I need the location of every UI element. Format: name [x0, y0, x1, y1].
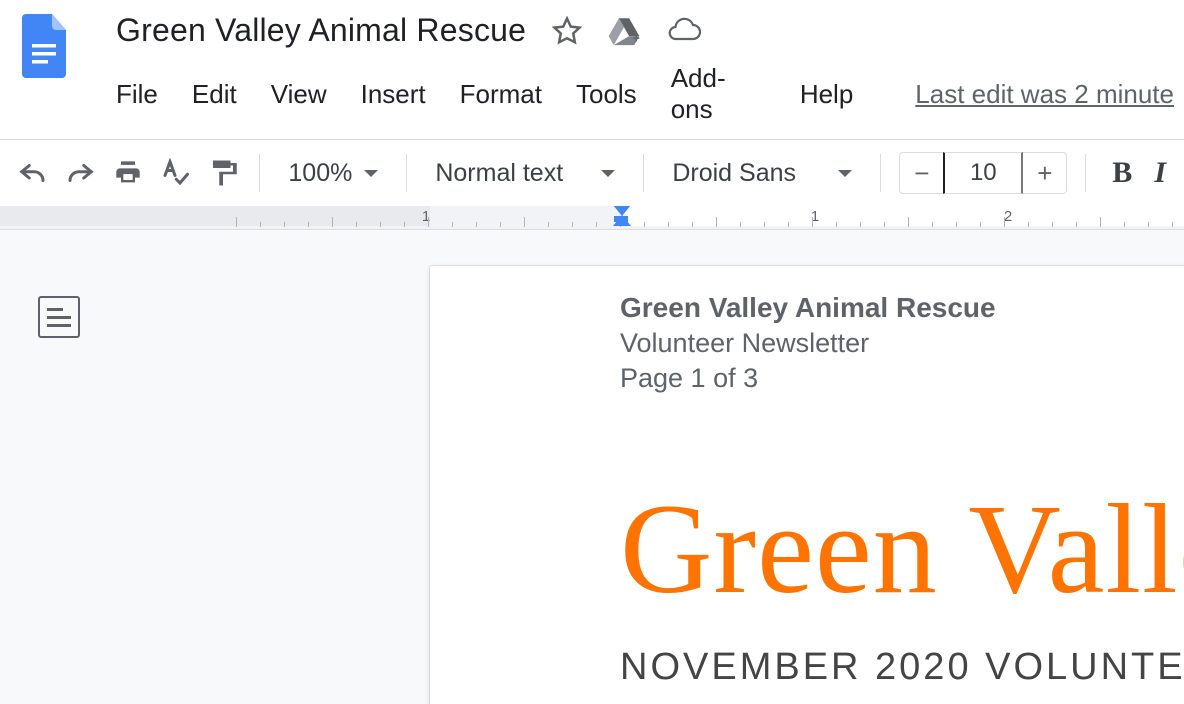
separator	[1085, 154, 1086, 192]
toolbar: 100% Normal text Droid Sans − + B I	[0, 140, 1184, 206]
separator	[880, 154, 881, 192]
star-icon[interactable]	[552, 16, 582, 46]
editor-canvas[interactable]: Green Valley Animal Rescue Volunteer New…	[0, 230, 1184, 704]
last-edit-link[interactable]: Last edit was 2 minute	[915, 79, 1174, 110]
menu-format[interactable]: Format	[460, 79, 542, 110]
separator	[643, 154, 644, 192]
page[interactable]: Green Valley Animal Rescue Volunteer New…	[430, 266, 1184, 704]
menu-tools[interactable]: Tools	[576, 79, 637, 110]
page-header-title[interactable]: Green Valley Animal Rescue	[620, 292, 1184, 324]
menu-view[interactable]: View	[271, 79, 327, 110]
ruler-label: 2	[1004, 208, 1012, 225]
menu-file[interactable]: File	[116, 79, 158, 110]
paint-format-button[interactable]	[204, 154, 241, 192]
font-family-dropdown[interactable]: Droid Sans	[662, 152, 862, 194]
menu-bar: File Edit View Insert Format Tools Add-o…	[78, 55, 1174, 139]
document-outline-button[interactable]	[38, 296, 80, 338]
chevron-down-icon	[838, 170, 852, 177]
chevron-down-icon	[601, 170, 615, 177]
cloud-status-icon[interactable]	[666, 17, 702, 45]
horizontal-ruler[interactable]: 1 1 2 /* ticks drawn via small divs belo…	[0, 206, 1184, 230]
docs-logo[interactable]	[10, 8, 78, 78]
page-header-pagenum[interactable]: Page 1 of 3	[620, 363, 1184, 394]
svg-text:+: +	[632, 30, 639, 45]
document-subheading[interactable]: NOVEMBER 2020 VOLUNTEER NEWSLETTER	[620, 646, 1184, 689]
redo-button[interactable]	[61, 154, 98, 192]
paragraph-style-value: Normal text	[435, 159, 563, 188]
italic-button[interactable]: I	[1150, 156, 1170, 190]
font-size-decrease-button[interactable]: −	[899, 152, 943, 194]
bold-button[interactable]: B	[1104, 156, 1140, 190]
chevron-down-icon	[364, 170, 378, 177]
menu-addons[interactable]: Add-ons	[671, 63, 766, 125]
zoom-dropdown[interactable]: 100%	[278, 152, 388, 194]
document-heading[interactable]: Green Valley	[620, 482, 1184, 616]
zoom-value: 100%	[288, 159, 352, 188]
paragraph-style-dropdown[interactable]: Normal text	[425, 152, 625, 194]
hanging-indent-marker[interactable]	[613, 215, 631, 226]
font-family-value: Droid Sans	[672, 159, 796, 188]
menu-edit[interactable]: Edit	[192, 79, 237, 110]
spellcheck-button[interactable]	[156, 154, 193, 192]
undo-button[interactable]	[14, 154, 51, 192]
font-size-increase-button[interactable]: +	[1023, 152, 1067, 194]
menu-insert[interactable]: Insert	[361, 79, 426, 110]
print-button[interactable]	[109, 154, 146, 192]
font-size-control: − +	[899, 152, 1067, 194]
separator	[259, 154, 260, 192]
font-size-input[interactable]	[943, 152, 1023, 194]
separator	[406, 154, 407, 192]
move-to-drive-icon[interactable]: +	[608, 16, 640, 46]
title-bar: Green Valley Animal Rescue + File Edit V…	[0, 0, 1184, 139]
menu-help[interactable]: Help	[800, 79, 853, 110]
page-header-subtitle[interactable]: Volunteer Newsletter	[620, 328, 1184, 359]
document-title[interactable]: Green Valley Animal Rescue	[116, 12, 526, 49]
